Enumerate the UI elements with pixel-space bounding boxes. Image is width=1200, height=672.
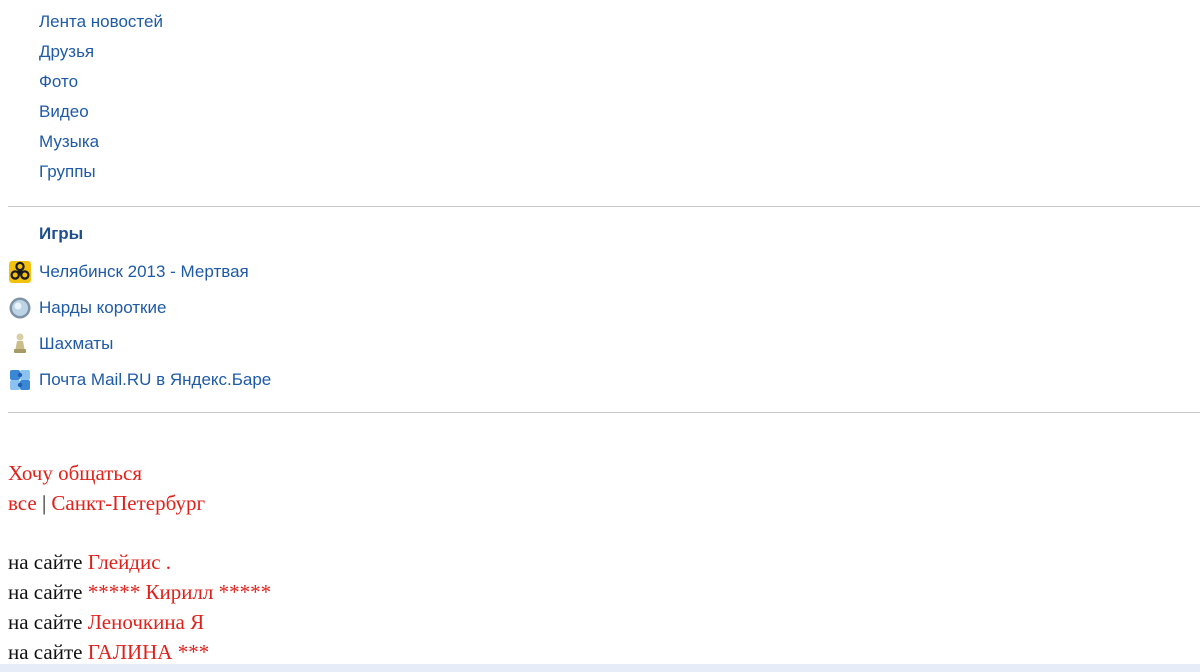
game-item-mail-yandex-bar[interactable]: Почта Mail.RU в Яндекс.Баре — [8, 362, 271, 398]
chat-filter: все | Санкт-Петербург — [8, 488, 271, 518]
nav-item-friends[interactable]: Друзья — [39, 40, 163, 70]
online-user-row: на сайте ГАЛИНА *** — [8, 637, 271, 667]
nav-item-video[interactable]: Видео — [39, 100, 163, 130]
games-list: Челябинск 2013 - Мертвая Нарды короткие … — [8, 254, 271, 398]
nav-item-groups[interactable]: Группы — [39, 160, 163, 190]
online-user-row: на сайте Леночкина Я — [8, 607, 271, 637]
game-label: Челябинск 2013 - Мертвая — [39, 262, 249, 281]
game-label: Почта Mail.RU в Яндекс.Баре — [39, 370, 272, 389]
section-divider — [8, 412, 1200, 413]
chat-widget: Хочу общаться все | Санкт-Петербург на с… — [8, 458, 271, 667]
filter-all-link[interactable]: все — [8, 491, 37, 515]
game-item-backgammon[interactable]: Нарды короткие — [8, 290, 271, 326]
online-prefix: на сайте — [8, 550, 83, 574]
nav-item-news-feed[interactable]: Лента новостей — [39, 10, 163, 40]
bottom-strip — [0, 664, 1200, 672]
game-item-chess[interactable]: Шахматы — [8, 326, 271, 362]
filter-city-link[interactable]: Санкт-Петербург — [51, 491, 205, 515]
globe-icon — [8, 296, 32, 320]
main-nav: Лента новостей Друзья Фото Видео Музыка … — [39, 10, 163, 190]
online-user-row: на сайте ***** Кирилл ***** — [8, 577, 271, 607]
online-user-row: на сайте Глейдис . — [8, 547, 271, 577]
biohazard-icon — [8, 260, 32, 284]
online-user-link[interactable]: ГАЛИНА *** — [88, 640, 210, 664]
section-divider — [8, 206, 1200, 207]
online-prefix: на сайте — [8, 610, 83, 634]
game-item-chelyabinsk[interactable]: Челябинск 2013 - Мертвая — [8, 254, 271, 290]
game-label: Шахматы — [39, 334, 114, 353]
puzzle-icon — [8, 368, 32, 392]
online-user-link[interactable]: Глейдис . — [88, 550, 171, 574]
chat-title-link[interactable]: Хочу общаться — [8, 458, 271, 488]
online-prefix: на сайте — [8, 580, 83, 604]
filter-separator: | — [41, 491, 47, 515]
nav-item-music[interactable]: Музыка — [39, 130, 163, 160]
online-user-link[interactable]: Леночкина Я — [88, 610, 204, 634]
online-prefix: на сайте — [8, 640, 83, 664]
online-user-link[interactable]: ***** Кирилл ***** — [88, 580, 271, 604]
chess-pawn-icon — [8, 332, 32, 356]
games-heading: Игры — [39, 224, 84, 243]
nav-item-photo[interactable]: Фото — [39, 70, 163, 100]
game-label: Нарды короткие — [39, 298, 167, 317]
